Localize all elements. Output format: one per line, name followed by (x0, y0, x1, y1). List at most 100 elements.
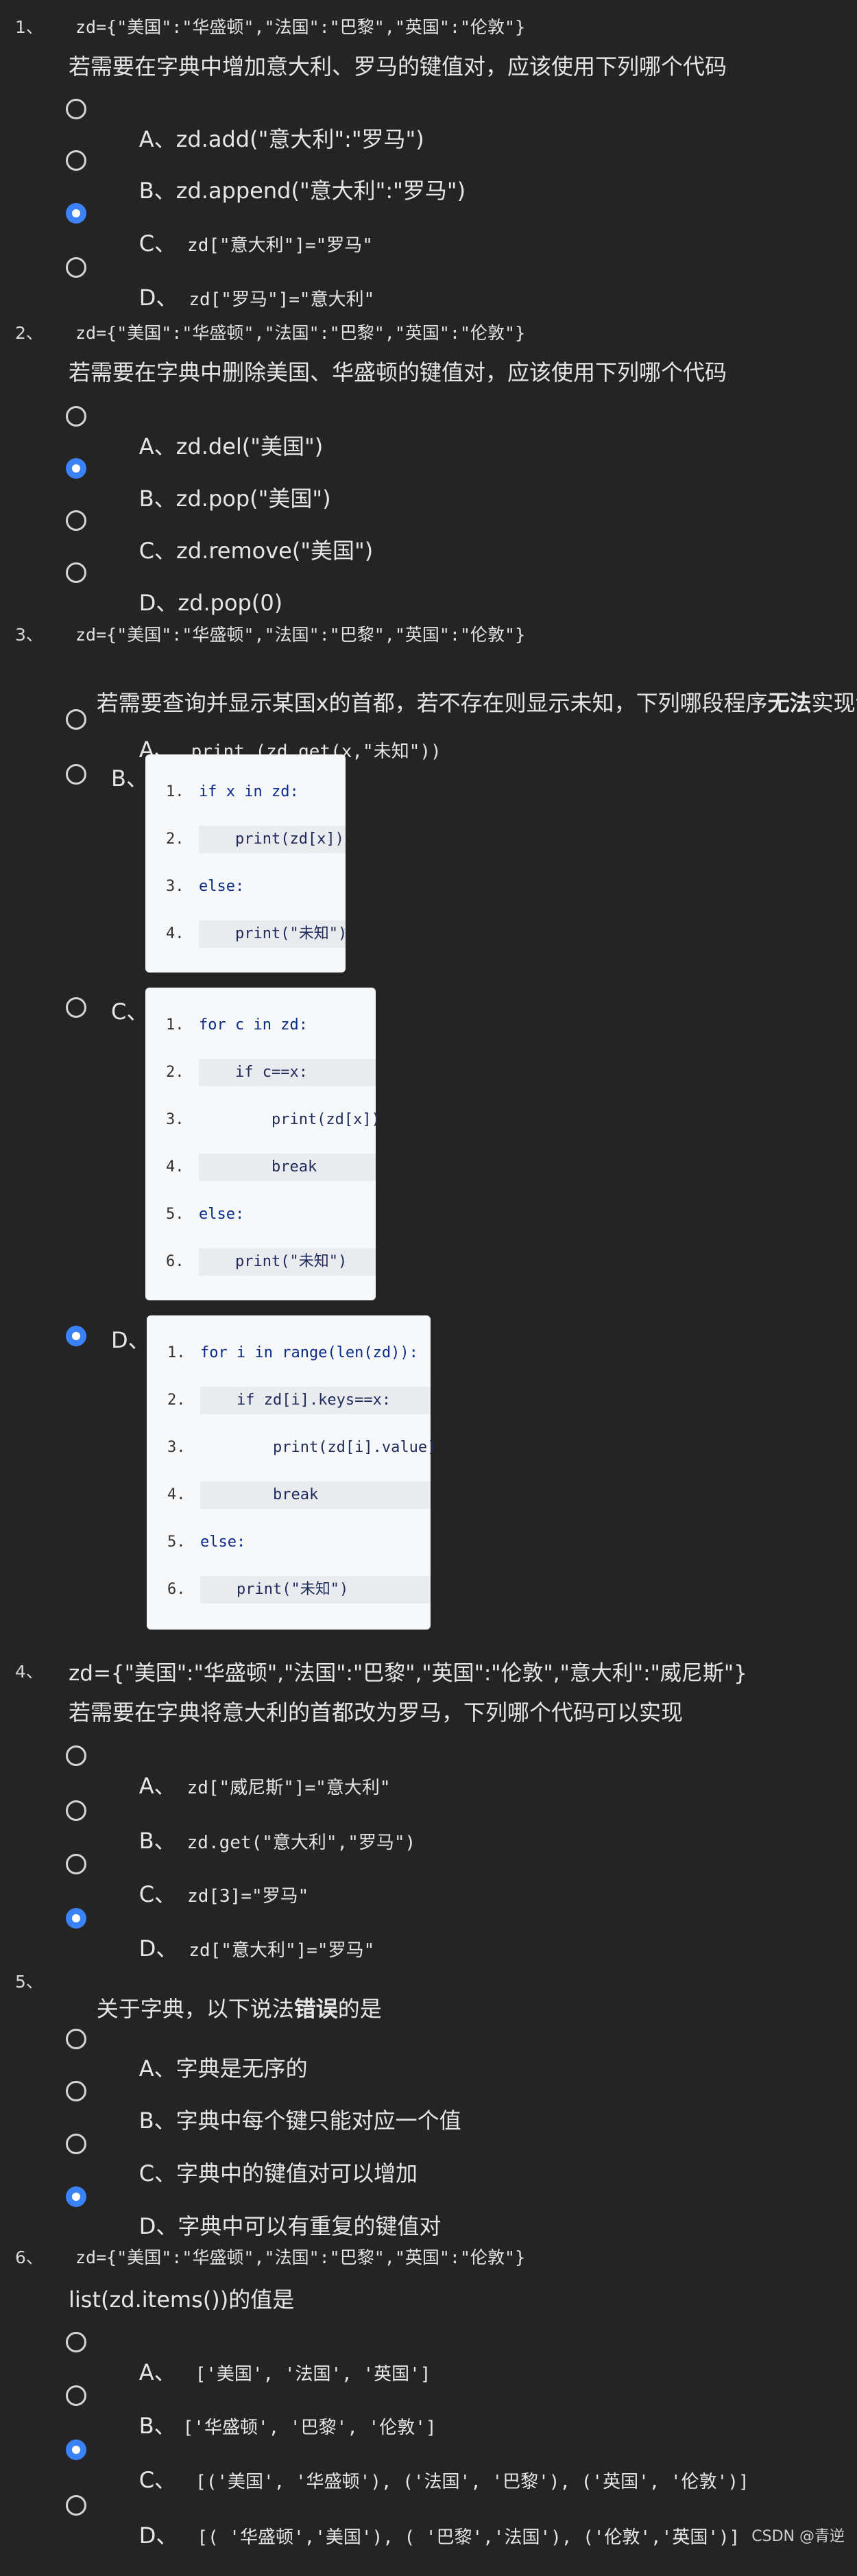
code-line: 2. if c==x: (166, 1059, 376, 1086)
option-radio-d[interactable] (66, 1908, 86, 1929)
line-number: 3. (166, 878, 184, 895)
option-prefix: D、 (138, 285, 178, 311)
option-b-prefix[interactable]: B、 (111, 761, 148, 793)
code-line: 6. print("未知") (167, 1576, 431, 1603)
code-line: 1. for i in range(len(zd)): (167, 1339, 418, 1367)
option-radio-d[interactable] (66, 2495, 86, 2516)
option-c-prefix[interactable]: C、 (111, 994, 148, 1026)
option-radio-a[interactable] (66, 1745, 86, 1766)
radio-icon[interactable] (66, 257, 86, 278)
option-radio-d[interactable] (66, 1326, 86, 1346)
option-radio-d[interactable] (66, 2186, 86, 2207)
radio-icon[interactable] (66, 406, 86, 427)
line-number: 4. (166, 1158, 184, 1176)
code-text: else: (199, 1206, 245, 1223)
radio-icon[interactable] (66, 709, 86, 730)
option-prefix: C、 (138, 2467, 177, 2493)
radio-icon[interactable] (66, 997, 86, 1018)
radio-icon[interactable] (66, 99, 86, 119)
option-prefix: D、 (138, 2523, 178, 2549)
line-number: 4. (166, 925, 184, 942)
code-line: 6. print("未知") (166, 1248, 376, 1276)
option-text: ['华盛顿', '巴黎', '伦敦'] (182, 2418, 437, 2438)
radio-icon[interactable] (66, 2134, 86, 2154)
question-stem-text: 若需要在字典中删除美国、华盛顿的键值对，应该使用下列哪个代码 (69, 359, 727, 385)
option-radio-b[interactable] (66, 1800, 86, 1821)
option-d-label[interactable]: D、 [( '华盛顿','美国'), ( '巴黎','法国'), ('伦敦','英… (111, 2492, 740, 2576)
radio-icon[interactable] (66, 1854, 86, 1874)
option-radio-b[interactable] (66, 150, 86, 171)
option-text: zd["威尼斯"]="意大利" (186, 1778, 391, 1798)
option-radio-b[interactable] (66, 2081, 86, 2101)
option-radio-c[interactable] (66, 2440, 86, 2460)
option-prefix: B、 (138, 1828, 176, 1854)
code-text: for c in zd: (199, 1016, 308, 1034)
option-radio-c[interactable] (66, 2134, 86, 2154)
code-text: print(zd[x]) (199, 826, 346, 853)
code-text: else: (200, 1534, 246, 1551)
radio-selected-icon[interactable] (66, 2186, 86, 2207)
radio-selected-icon[interactable] (66, 1326, 86, 1346)
line-number: 2. (166, 831, 184, 848)
option-radio-b[interactable] (66, 2385, 86, 2406)
radio-icon[interactable] (66, 1800, 86, 1821)
code-line: 4. print("未知") (166, 920, 347, 948)
radio-selected-icon[interactable] (66, 1908, 86, 1929)
question-stem-code: zd={"美国":"华盛顿","法国":"巴黎","英国":"伦敦"} (75, 625, 526, 645)
option-text: zd[3]="罗马" (187, 1886, 309, 1907)
option-radio-a[interactable] (66, 99, 86, 119)
radio-icon[interactable] (66, 2495, 86, 2516)
line-number: 1. (166, 1016, 184, 1034)
radio-icon[interactable] (66, 2385, 86, 2406)
question-number: 6、 (15, 2247, 43, 2267)
line-number: 4. (167, 1486, 186, 1503)
radio-selected-icon[interactable] (66, 203, 86, 224)
option-prefix: C、 (138, 1881, 177, 1907)
option-radio-c[interactable] (66, 203, 86, 224)
option-radio-d[interactable] (66, 257, 86, 278)
line-number: 2. (166, 1064, 184, 1081)
option-radio-c[interactable] (66, 510, 86, 531)
option-radio-a[interactable] (66, 709, 86, 730)
code-line: 3. print(zd[x]) (166, 1106, 381, 1134)
radio-icon[interactable] (66, 1745, 86, 1766)
radio-icon[interactable] (66, 510, 86, 531)
option-text: zd["意大利"]="罗马" (189, 1940, 375, 1961)
option-radio-a[interactable] (66, 2332, 86, 2352)
code-text: print("未知") (199, 1248, 376, 1276)
line-number: 6. (167, 1581, 186, 1598)
radio-selected-icon[interactable] (66, 2440, 86, 2460)
code-block-c: 1. for c in zd: 2. if c==x: 3. print(zd[x… (145, 988, 381, 1300)
radio-icon[interactable] (66, 764, 86, 785)
code-line: 5. else: (167, 1529, 245, 1556)
question-stem-code: zd={"美国":"华盛顿","法国":"巴黎","英国":"伦敦"} (75, 323, 526, 343)
stem-emphasis: 无法 (767, 690, 812, 716)
code-text: print("未知") (199, 920, 347, 948)
option-d-prefix[interactable]: D、 (111, 1323, 150, 1355)
option-text: 字典中可以有重复的键值对 (178, 2213, 442, 2239)
question-stem-code: zd={"美国":"华盛顿","法国":"巴黎","英国":"伦敦"} (75, 2247, 526, 2267)
question-number: 3、 (15, 625, 43, 645)
radio-icon[interactable] (66, 2332, 86, 2352)
option-text: [( '华盛顿','美国'), ( '巴黎','法国'), ('伦敦','英国'… (197, 2527, 740, 2548)
radio-icon[interactable] (66, 562, 86, 583)
option-text: zd["意大利"]="罗马" (187, 235, 373, 256)
option-radio-c[interactable] (66, 997, 86, 1018)
option-radio-d[interactable] (66, 562, 86, 583)
radio-selected-icon[interactable] (66, 458, 86, 479)
question-stem-text: 若需要在字典将意大利的首都改为罗马，下列哪个代码可以实现 (69, 1700, 684, 1726)
option-radio-a[interactable] (66, 406, 86, 427)
option-prefix: D、 (138, 590, 178, 616)
option-radio-b[interactable] (66, 764, 86, 785)
code-text: break (199, 1154, 376, 1181)
radio-icon[interactable] (66, 2081, 86, 2101)
radio-icon[interactable] (66, 2029, 86, 2049)
option-radio-b[interactable] (66, 458, 86, 479)
code-text: print("未知") (200, 1576, 431, 1603)
option-text: zd["罗马"]="意大利" (189, 289, 375, 310)
line-number: 1. (166, 783, 184, 800)
option-radio-a[interactable] (66, 2029, 86, 2049)
radio-icon[interactable] (66, 150, 86, 171)
option-radio-c[interactable] (66, 1854, 86, 1874)
code-line: 1. for c in zd: (166, 1012, 308, 1039)
